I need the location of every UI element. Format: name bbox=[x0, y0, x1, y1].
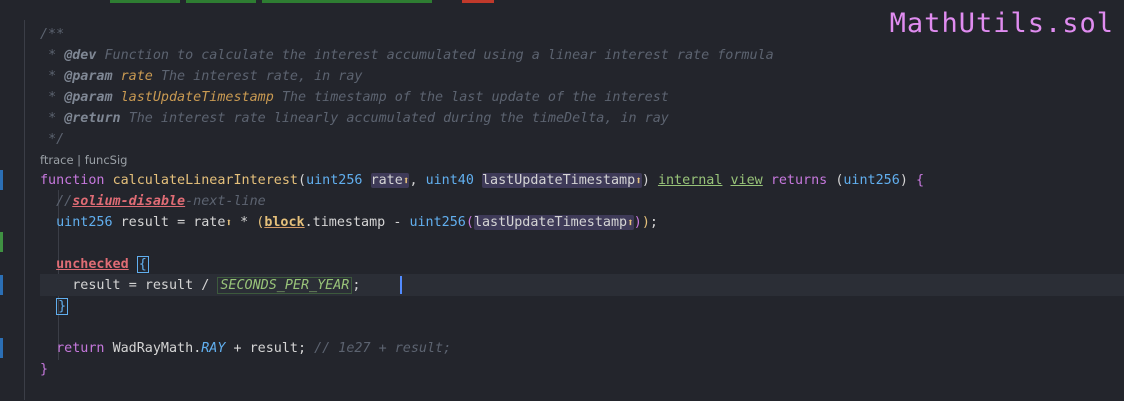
doc-line-return: * @return The interest rate linearly acc… bbox=[48, 111, 669, 126]
doc-line-dev: * @dev Function to calculate the interes… bbox=[48, 48, 774, 63]
marker-green-3 bbox=[262, 0, 432, 3]
doc-comment-close: */ bbox=[48, 132, 65, 147]
text-cursor bbox=[400, 276, 402, 294]
doc-comment-open: /** bbox=[40, 27, 65, 42]
marker-green-2 bbox=[186, 0, 256, 3]
marker-red bbox=[462, 0, 494, 3]
param-arrow-icon: ⬆ bbox=[225, 216, 233, 229]
code-editor[interactable]: MathUtils.sol /** * @dev Function to cal… bbox=[0, 0, 1124, 401]
code-line-result-divide[interactable]: result = result / SECONDS_PER_YEAR; bbox=[40, 275, 360, 296]
gutter-added-marker bbox=[0, 232, 3, 252]
codelens-links[interactable]: ftrace | funcSig bbox=[40, 152, 127, 168]
param-arrow-icon: ⬆ bbox=[635, 174, 642, 187]
marker-green-1 bbox=[110, 0, 180, 3]
param-arrow-icon: ⬆ bbox=[627, 216, 634, 229]
indent-guide bbox=[24, 20, 25, 400]
top-scroll-markers bbox=[0, 0, 1124, 3]
function-name[interactable]: calculateLinearInterest bbox=[113, 173, 298, 188]
code-line-unchecked[interactable]: unchecked { bbox=[40, 254, 149, 275]
code-line-function-close[interactable]: } bbox=[40, 359, 48, 380]
code-line-result-assign[interactable]: uint256 result = rate⬆ * (block.timestam… bbox=[40, 212, 658, 233]
gutter-modified-marker bbox=[0, 170, 3, 190]
code-line-unchecked-close[interactable]: } bbox=[40, 296, 69, 317]
file-title: MathUtils.sol bbox=[889, 8, 1114, 39]
gutter-modified-marker bbox=[0, 338, 3, 358]
code-line-solium-comment[interactable]: //solium-disable-next-line bbox=[40, 191, 266, 212]
code-line-return[interactable]: return WadRayMath.RAY + result; // 1e27 … bbox=[40, 338, 451, 359]
gutter-modified-marker bbox=[0, 275, 3, 295]
doc-line-param-timestamp: * @param lastUpdateTimestamp The timesta… bbox=[48, 90, 669, 105]
code-line-function-signature[interactable]: function calculateLinearInterest(uint256… bbox=[40, 170, 924, 191]
doc-line-param-rate: * @param rate The interest rate, in ray bbox=[48, 69, 363, 84]
